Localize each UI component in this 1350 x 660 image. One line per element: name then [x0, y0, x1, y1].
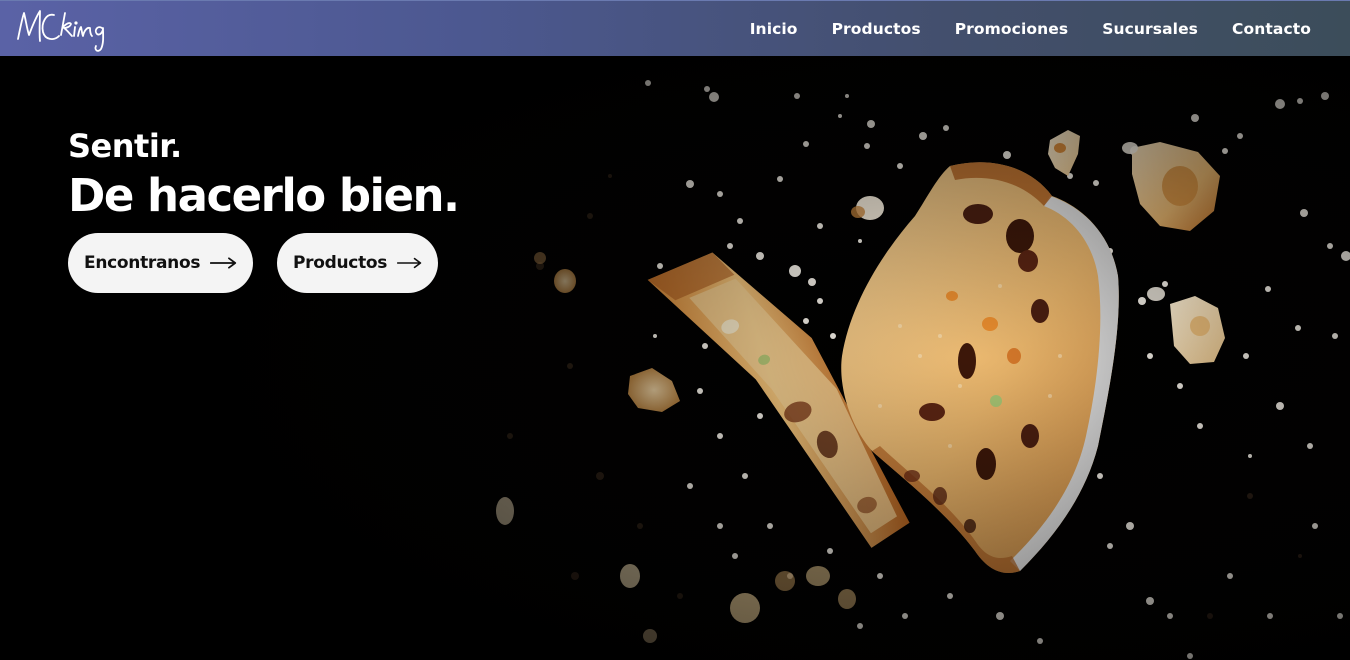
nav-productos-link[interactable]: Productos [832, 20, 921, 38]
arrow-right-icon [397, 257, 422, 269]
nav-promociones-link[interactable]: Promociones [955, 20, 1068, 38]
encontranos-button[interactable]: Encontranos [68, 233, 253, 293]
brand-logo-script [17, 10, 105, 52]
hero-section: Sentir. De hacerlo bien. Encontranos Pro… [0, 56, 1350, 660]
brand-logo[interactable] [14, 5, 114, 55]
arrow-right-icon [210, 257, 237, 269]
hero-tagline-line2: De hacerlo bien. [68, 169, 460, 222]
productos-button-label: Productos [293, 253, 388, 273]
hero-tagline-line1: Sentir. [68, 127, 182, 165]
nav-inicio-link[interactable]: Inicio [750, 20, 798, 38]
top-navbar: Inicio Productos Promociones Sucursales … [0, 0, 1350, 56]
main-nav: Inicio Productos Promociones Sucursales … [750, 1, 1311, 57]
hero-headline: Sentir. De hacerlo bien. [68, 126, 460, 222]
encontranos-button-label: Encontranos [84, 253, 201, 273]
nav-sucursales-link[interactable]: Sucursales [1102, 20, 1198, 38]
hero-cta-group: Encontranos Productos [68, 233, 438, 293]
productos-button[interactable]: Productos [277, 233, 438, 293]
nav-contacto-link[interactable]: Contacto [1232, 20, 1311, 38]
